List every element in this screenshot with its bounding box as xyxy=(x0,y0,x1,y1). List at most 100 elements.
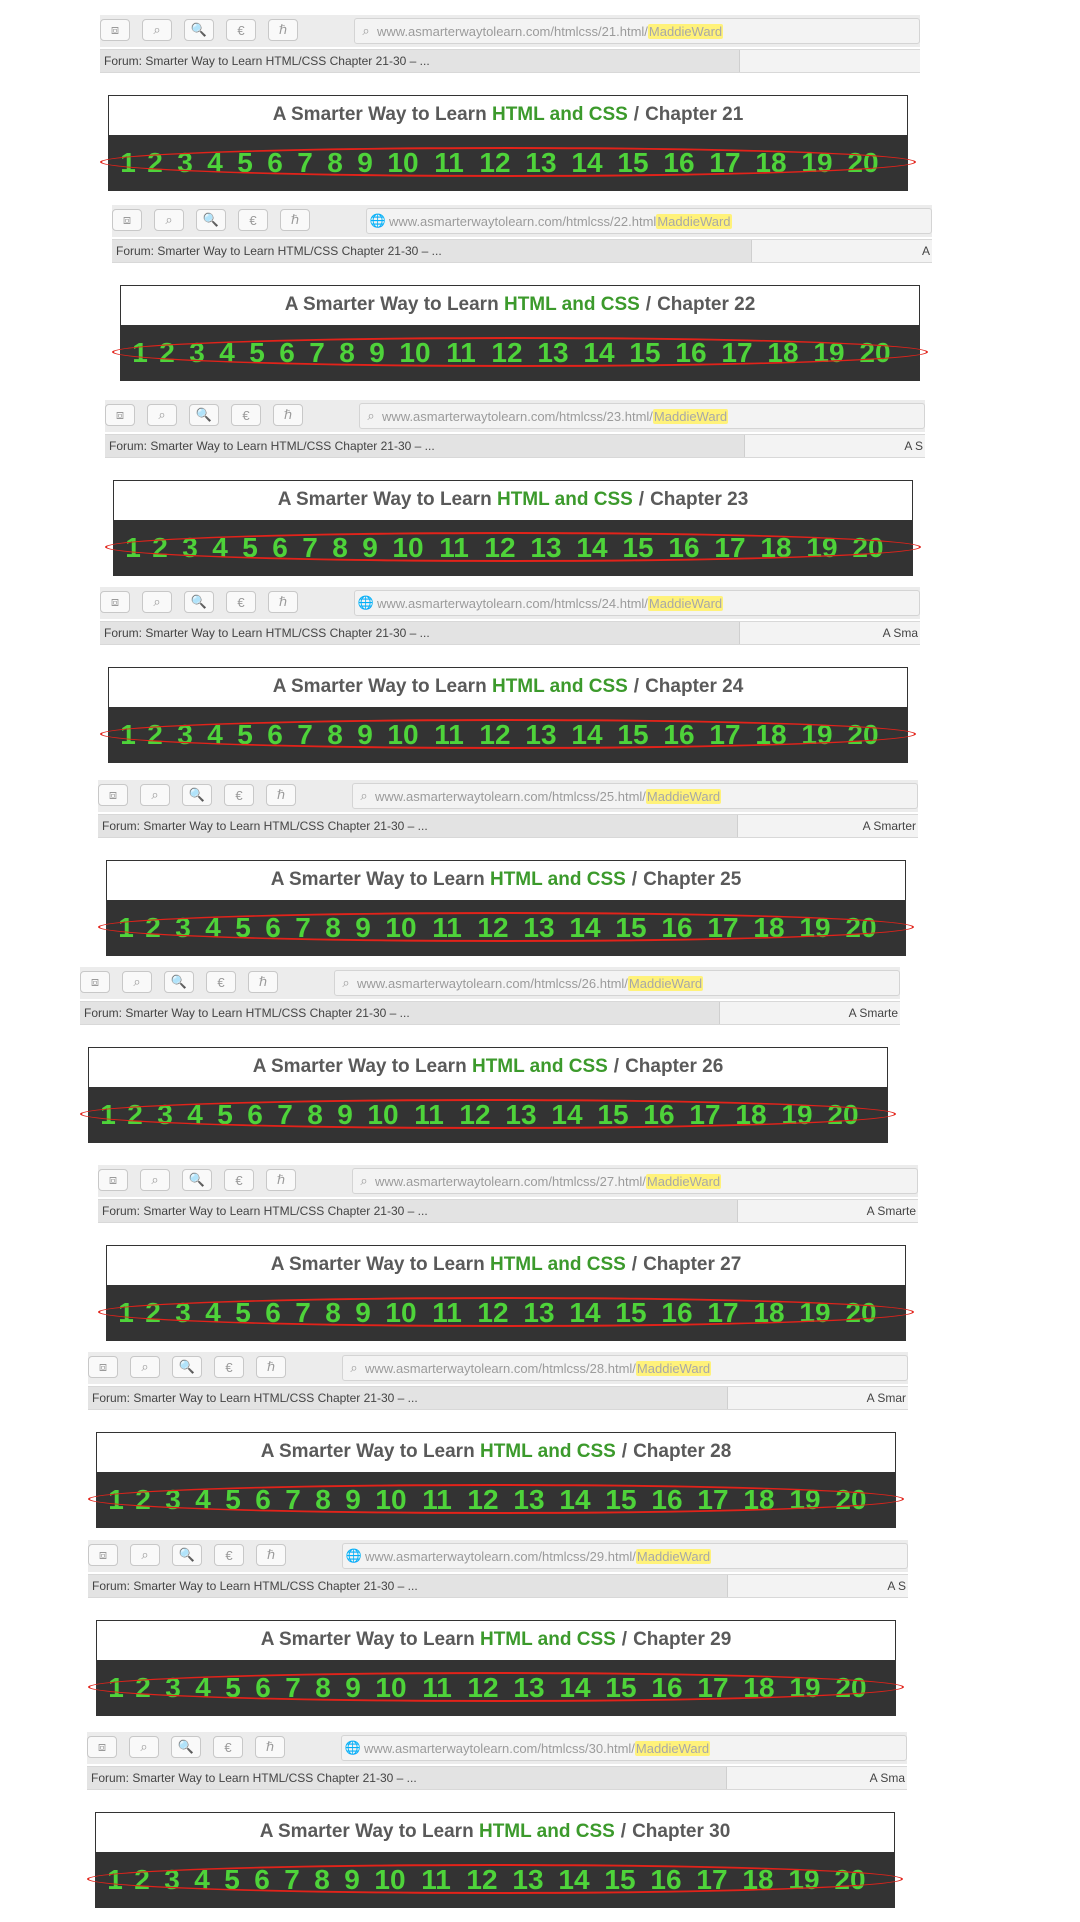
chapter-link-14[interactable]: 14 xyxy=(562,1285,608,1341)
chapter-link-20[interactable]: 20 xyxy=(845,520,891,576)
evernote-icon[interactable]: € xyxy=(231,404,261,426)
chapter-link-13[interactable]: 13 xyxy=(516,1285,562,1341)
chapter-link-19[interactable]: 19 xyxy=(781,1852,827,1908)
tab-active[interactable]: Forum: Smarter Way to Learn HTML/CSS Cha… xyxy=(87,1767,727,1789)
magnifier-icon[interactable]: 🔍 xyxy=(184,19,214,41)
chapter-link-13[interactable]: 13 xyxy=(498,1087,544,1143)
chapter-link-17[interactable]: 17 xyxy=(700,900,746,956)
chapter-link-2[interactable]: 2 xyxy=(128,1472,158,1528)
disk-icon[interactable]: ⧈ xyxy=(105,404,135,426)
chapter-link-9[interactable]: 9 xyxy=(330,1087,360,1143)
chapter-link-17[interactable]: 17 xyxy=(690,1472,736,1528)
chapter-link-12[interactable]: 12 xyxy=(484,325,530,381)
magnifier-icon[interactable]: 🔍 xyxy=(171,1736,201,1758)
chapter-link-16[interactable]: 16 xyxy=(656,707,702,763)
evernote-icon[interactable]: € xyxy=(226,19,256,41)
chapter-link-6[interactable]: 6 xyxy=(272,325,302,381)
evernote-icon[interactable]: € xyxy=(238,209,268,231)
chapter-link-3[interactable]: 3 xyxy=(157,1852,187,1908)
chapter-link-10[interactable]: 10 xyxy=(368,1660,414,1716)
chapter-link-17[interactable]: 17 xyxy=(682,1087,728,1143)
chapter-link-15[interactable]: 15 xyxy=(598,1660,644,1716)
helper-icon[interactable]: ℏ xyxy=(280,209,310,231)
chapter-link-4[interactable]: 4 xyxy=(198,900,228,956)
chapter-link-2[interactable]: 2 xyxy=(140,707,170,763)
chapter-link-18[interactable]: 18 xyxy=(753,520,799,576)
chapter-link-20[interactable]: 20 xyxy=(820,1087,866,1143)
chapter-link-9[interactable]: 9 xyxy=(338,1660,368,1716)
tab-other[interactable]: A Smarte xyxy=(724,1002,898,1024)
chapter-link-4[interactable]: 4 xyxy=(188,1472,218,1528)
magnifier-icon[interactable]: 🔍 xyxy=(182,784,212,806)
chapter-link-14[interactable]: 14 xyxy=(564,135,610,191)
disk-icon[interactable]: ⧈ xyxy=(88,1356,118,1378)
chapter-link-15[interactable]: 15 xyxy=(608,1285,654,1341)
address-bar[interactable]: 🌐 www.asmarterwaytolearn.com/htmlcss/30.… xyxy=(341,1735,907,1761)
chapter-link-4[interactable]: 4 xyxy=(198,1285,228,1341)
chapter-link-9[interactable]: 9 xyxy=(362,325,392,381)
chapter-link-20[interactable]: 20 xyxy=(840,135,886,191)
tab-active[interactable]: Forum: Smarter Way to Learn HTML/CSS Cha… xyxy=(100,622,740,644)
chapter-link-12[interactable]: 12 xyxy=(477,520,523,576)
chapter-link-2[interactable]: 2 xyxy=(152,325,182,381)
chapter-link-6[interactable]: 6 xyxy=(248,1660,278,1716)
tab-other[interactable] xyxy=(744,50,918,72)
chapter-link-2[interactable]: 2 xyxy=(140,135,170,191)
magnifier-icon[interactable]: 🔍 xyxy=(172,1356,202,1378)
chapter-link-1[interactable]: 1 xyxy=(114,1285,138,1341)
evernote-icon[interactable]: € xyxy=(224,1169,254,1191)
chapter-link-8[interactable]: 8 xyxy=(308,1472,338,1528)
chapter-link-12[interactable]: 12 xyxy=(470,1285,516,1341)
chapter-link-16[interactable]: 16 xyxy=(654,900,700,956)
address-bar[interactable]: ⌕ www.asmarterwaytolearn.com/htmlcss/21.… xyxy=(354,18,920,44)
chapter-link-19[interactable]: 19 xyxy=(774,1087,820,1143)
chapter-link-15[interactable]: 15 xyxy=(608,900,654,956)
magnifier-icon[interactable]: 🔍 xyxy=(196,209,226,231)
chapter-link-16[interactable]: 16 xyxy=(636,1087,682,1143)
chapter-link-5[interactable]: 5 xyxy=(242,325,272,381)
tab-other[interactable]: A S xyxy=(732,1575,906,1597)
chapter-link-4[interactable]: 4 xyxy=(200,135,230,191)
evernote-icon[interactable]: € xyxy=(214,1544,244,1566)
chapter-link-19[interactable]: 19 xyxy=(806,325,852,381)
chapter-link-12[interactable]: 12 xyxy=(459,1852,505,1908)
chapter-link-7[interactable]: 7 xyxy=(278,1660,308,1716)
chapter-link-18[interactable]: 18 xyxy=(736,1472,782,1528)
evernote-icon[interactable]: € xyxy=(213,1736,243,1758)
tab-other[interactable]: A Sma xyxy=(731,1767,905,1789)
chapter-link-3[interactable]: 3 xyxy=(182,325,212,381)
chapter-link-13[interactable]: 13 xyxy=(505,1852,551,1908)
search-icon[interactable]: ⌕ xyxy=(130,1544,160,1566)
helper-icon[interactable]: ℏ xyxy=(273,404,303,426)
chapter-link-19[interactable]: 19 xyxy=(782,1660,828,1716)
chapter-link-20[interactable]: 20 xyxy=(838,1285,884,1341)
tab-active[interactable]: Forum: Smarter Way to Learn HTML/CSS Cha… xyxy=(98,1200,738,1222)
chapter-link-15[interactable]: 15 xyxy=(597,1852,643,1908)
chapter-link-16[interactable]: 16 xyxy=(644,1660,690,1716)
chapter-link-15[interactable]: 15 xyxy=(615,520,661,576)
chapter-link-15[interactable]: 15 xyxy=(598,1472,644,1528)
chapter-link-8[interactable]: 8 xyxy=(307,1852,337,1908)
chapter-link-9[interactable]: 9 xyxy=(348,900,378,956)
chapter-link-9[interactable]: 9 xyxy=(348,1285,378,1341)
chapter-link-10[interactable]: 10 xyxy=(380,135,426,191)
chapter-link-3[interactable]: 3 xyxy=(170,707,200,763)
tab-active[interactable]: Forum: Smarter Way to Learn HTML/CSS Cha… xyxy=(88,1575,728,1597)
tab-other[interactable]: A Smarter xyxy=(742,815,916,837)
chapter-link-19[interactable]: 19 xyxy=(794,707,840,763)
chapter-link-12[interactable]: 12 xyxy=(460,1472,506,1528)
chapter-link-13[interactable]: 13 xyxy=(523,520,569,576)
chapter-link-4[interactable]: 4 xyxy=(187,1852,217,1908)
chapter-link-8[interactable]: 8 xyxy=(320,707,350,763)
chapter-link-10[interactable]: 10 xyxy=(368,1472,414,1528)
chapter-link-6[interactable]: 6 xyxy=(265,520,295,576)
evernote-icon[interactable]: € xyxy=(226,591,256,613)
chapter-link-7[interactable]: 7 xyxy=(288,900,318,956)
chapter-link-14[interactable]: 14 xyxy=(562,900,608,956)
chapter-link-9[interactable]: 9 xyxy=(350,707,380,763)
chapter-link-19[interactable]: 19 xyxy=(794,135,840,191)
chapter-link-3[interactable]: 3 xyxy=(175,520,205,576)
chapter-link-16[interactable]: 16 xyxy=(668,325,714,381)
chapter-link-1[interactable]: 1 xyxy=(116,135,140,191)
chapter-link-6[interactable]: 6 xyxy=(258,900,288,956)
